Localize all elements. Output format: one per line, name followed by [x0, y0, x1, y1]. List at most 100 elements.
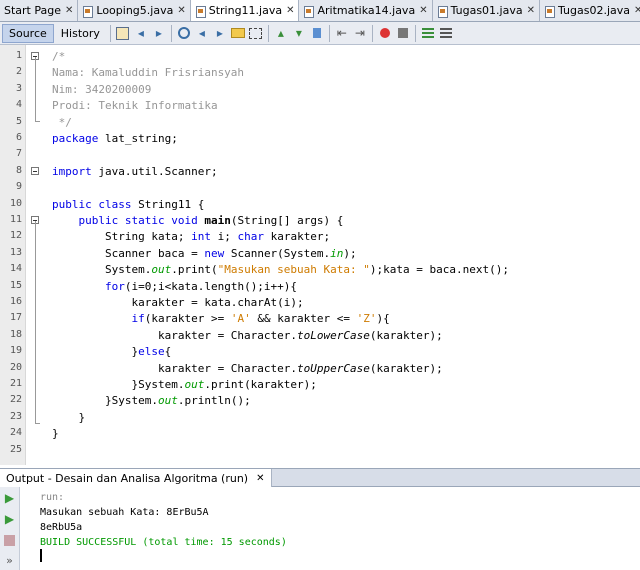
output-tab[interactable]: Output - Desain dan Analisa Algoritma (r…: [0, 469, 272, 487]
code-text: }: [52, 427, 59, 441]
java-file-icon: [195, 5, 206, 18]
uncomment-icon[interactable]: [438, 25, 454, 41]
line-number: 21: [9, 378, 22, 389]
editor-tab[interactable]: String11.java ✕: [190, 0, 300, 21]
tab-label: Tugas01.java: [450, 4, 523, 17]
code-text: karakter = kata.charAt(i);: [52, 296, 304, 309]
forward-icon[interactable]: ▸: [151, 25, 167, 41]
line-number: 6: [15, 132, 22, 143]
code-line: 16 karakter = kata.charAt(i);: [0, 295, 640, 311]
code-line: 23 }: [0, 410, 640, 426]
code-text: package lat_string;: [52, 132, 178, 145]
shift-left-icon[interactable]: ⇤: [334, 25, 350, 41]
output-console[interactable]: run: Masukan sebuah Kata: 8ErBu5A 8eRbU5a B…: [20, 487, 640, 570]
line-number: 8: [15, 164, 22, 176]
code-text: for(i=0;i<kata.length();i++){: [104, 279, 298, 293]
editor-tab[interactable]: Looping5.java ✕: [78, 0, 191, 21]
fold-guide-end: [35, 423, 40, 424]
code-text: }: [52, 410, 86, 424]
start-macro-icon[interactable]: [377, 25, 393, 41]
line-number: 15: [9, 279, 22, 291]
toolbar-separator: [267, 24, 269, 42]
line-number: 7: [15, 148, 22, 160]
close-icon[interactable]: ✕: [419, 5, 427, 16]
stop-macro-icon[interactable]: [395, 25, 411, 41]
more-icon[interactable]: »: [2, 553, 17, 568]
line-number: 1: [15, 50, 22, 61]
text-cursor: [40, 549, 42, 562]
code-line: 2 Nama: Kamaluddin Frisriansyah: [0, 65, 640, 81]
editor-tab[interactable]: Start Page ✕: [0, 0, 79, 21]
code-line: 11 public static void main(String[] args…: [0, 213, 640, 229]
close-icon[interactable]: ✕: [527, 5, 535, 16]
code-editor[interactable]: 1 /* 2 Nama: Kamaluddin Frisriansyah 3 Nim: 3…: [0, 45, 640, 465]
back-icon[interactable]: ◂: [133, 25, 149, 41]
toggle-bookmark-icon[interactable]: [309, 25, 325, 41]
tab-label: Looping5.java: [96, 4, 174, 17]
code-text: /*: [52, 50, 66, 63]
close-icon[interactable]: ✕: [256, 473, 264, 484]
next-bookmark-icon[interactable]: ▾: [291, 25, 307, 41]
java-file-icon: [82, 5, 94, 18]
line-number: 22: [9, 394, 22, 406]
last-edit-icon[interactable]: [115, 25, 131, 41]
toolbar-separator: [371, 24, 373, 42]
code-text: Prodi: Teknik Informatika: [52, 99, 218, 113]
fold-guide-end: [35, 121, 40, 122]
code-text: }System.out.println();: [52, 394, 251, 408]
line-number: 14: [9, 263, 22, 275]
editor-tab[interactable]: Aritmatika14.java ✕: [299, 0, 433, 21]
code-line: 21 }System.out.print(karakter);: [0, 377, 640, 393]
previous-bookmark-icon[interactable]: ▴: [273, 25, 289, 41]
find-previous-icon[interactable]: ◂: [194, 25, 210, 41]
line-number: 4: [15, 99, 22, 111]
code-text: String kata; int i; char karakter;: [52, 230, 331, 244]
history-button[interactable]: History: [54, 24, 107, 43]
line-number: 5: [15, 115, 22, 127]
code-line: 10 public class String11 {: [0, 197, 640, 213]
stop-icon[interactable]: [2, 533, 17, 548]
close-icon[interactable]: ✕: [286, 5, 294, 16]
code-text: System.out.print("Masukan sebuah Kata: "…: [52, 263, 509, 277]
fold-toggle-icon[interactable]: [31, 166, 39, 175]
code-line: 17 if(karakter >= 'A' && karakter <= 'Z'…: [0, 311, 640, 327]
line-number: 2: [15, 66, 22, 78]
code-line: 5 */: [0, 115, 640, 131]
code-line: 14 System.out.print("Masukan sebuah Kata…: [0, 262, 640, 278]
output-line: 8eRbU5a: [40, 522, 83, 533]
editor-tab[interactable]: Tugas01.java ✕: [432, 0, 540, 21]
code-text: Scanner baca = new Scanner(System.in);: [52, 246, 357, 260]
code-text: karakter = Character.toUpperCase(karakte…: [52, 361, 443, 375]
find-selection-icon[interactable]: [176, 25, 192, 41]
line-number: 20: [9, 361, 22, 373]
close-icon[interactable]: ✕: [65, 5, 73, 16]
tab-label: Start Page: [4, 4, 61, 17]
line-number: 17: [9, 312, 22, 324]
editor-tab[interactable]: Tugas02.java ✕: [539, 0, 640, 21]
code-text: public static void main(String[] args) {: [78, 214, 344, 227]
close-icon[interactable]: ✕: [634, 5, 640, 16]
rerun-with-parameters-icon[interactable]: ▶: [2, 511, 17, 526]
line-number: 18: [9, 328, 22, 340]
find-next-icon[interactable]: ▸: [212, 25, 228, 41]
source-button[interactable]: Source: [2, 23, 54, 43]
line-number: 9: [15, 181, 22, 193]
shift-right-icon[interactable]: ⇥: [352, 25, 368, 41]
rectangular-selection-icon[interactable]: [248, 25, 264, 41]
line-number: 16: [9, 296, 22, 307]
rerun-icon[interactable]: ▶: [2, 490, 17, 505]
tab-label: Tugas02.java: [557, 4, 630, 17]
output-line: Masukan sebuah Kata: 8ErBu5A: [40, 507, 209, 518]
close-icon[interactable]: ✕: [177, 5, 185, 16]
output-line: BUILD SUCCESSFUL (total time: 15 seconds…: [40, 537, 287, 548]
code-text: }System.out.print(karakter);: [52, 378, 317, 391]
line-number: 25: [9, 443, 22, 455]
code-line: 7: [0, 147, 640, 163]
comment-icon[interactable]: [420, 25, 436, 41]
editor-toolbar: Source History ◂ ▸ ◂ ▸ ▴ ▾ ⇤ ⇥: [0, 22, 640, 45]
code-line: 8 import java.util.Scanner;: [0, 164, 640, 180]
line-number: 19: [9, 345, 22, 357]
toggle-highlight-icon[interactable]: [230, 25, 246, 41]
toolbar-separator: [170, 24, 172, 42]
code-line: 20 karakter = Character.toUpperCase(kara…: [0, 361, 640, 377]
